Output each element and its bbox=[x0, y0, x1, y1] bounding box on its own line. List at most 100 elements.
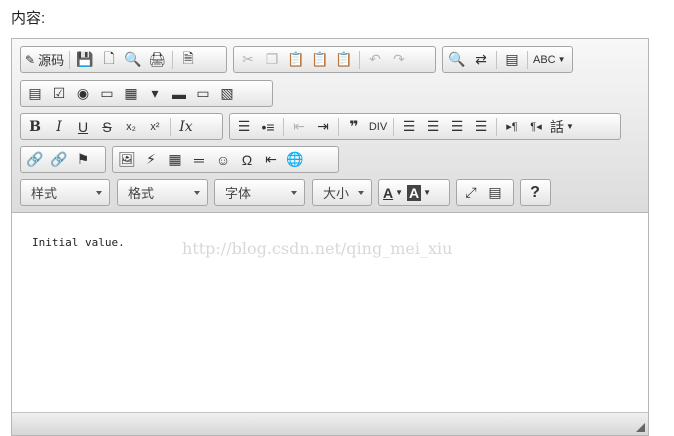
table-icon: ▦ bbox=[168, 151, 182, 167]
form-button[interactable]: ▤ bbox=[23, 82, 47, 105]
spellcheck-icon: ABC bbox=[533, 53, 556, 66]
cut-button[interactable]: ✂ bbox=[236, 48, 260, 71]
toolbar-separator bbox=[172, 50, 174, 69]
language-button[interactable]: 話 ▼ bbox=[548, 115, 576, 138]
undo-icon: ↶ bbox=[369, 51, 381, 67]
clipboard-group: ✂ ❐ 📋 📋 📋 ↶ ↷ bbox=[233, 46, 436, 73]
div-button[interactable]: DIV bbox=[366, 115, 390, 138]
size-combo-label: 大小 bbox=[323, 186, 350, 201]
chevron-down-icon: ▼ bbox=[566, 122, 574, 131]
superscript-button[interactable]: x² bbox=[143, 115, 167, 138]
show-blocks-button[interactable]: ▤ bbox=[483, 181, 507, 204]
copy-button[interactable]: ❐ bbox=[260, 48, 284, 71]
link-button[interactable]: 🔗 bbox=[23, 148, 47, 171]
strike-button[interactable]: S bbox=[95, 115, 119, 138]
select-icon: ▾ bbox=[151, 85, 159, 101]
textarea-icon: ▦ bbox=[124, 85, 138, 101]
select-all-button[interactable]: ▤ bbox=[500, 48, 524, 71]
spellcheck-button[interactable]: ABC ▼ bbox=[531, 48, 568, 71]
radio-button[interactable]: ◉ bbox=[71, 82, 95, 105]
image-button[interactable]: 🖼 bbox=[115, 148, 139, 171]
numbered-list-button[interactable]: ☰ bbox=[232, 115, 256, 138]
paste-button[interactable]: 📋 bbox=[284, 48, 308, 71]
paste-word-button[interactable]: 📋 bbox=[332, 48, 356, 71]
replace-button[interactable]: ⇄ bbox=[469, 48, 493, 71]
save-button[interactable]: 💾 bbox=[73, 48, 97, 71]
indent-button[interactable]: ⇥ bbox=[311, 115, 335, 138]
document-group: ✎ 源码 💾 🗋 🔍 🖨 🗎 bbox=[20, 46, 227, 73]
language-icon: 話 bbox=[550, 118, 564, 135]
image-button-button[interactable]: ▭ bbox=[191, 82, 215, 105]
preview-button[interactable]: 🔍 bbox=[121, 48, 145, 71]
horizontal-rule-button[interactable]: ═ bbox=[187, 148, 211, 171]
basic-styles-group: B I U S x₂ x² Ix bbox=[20, 113, 223, 140]
save-icon: 💾 bbox=[76, 51, 94, 67]
flash-icon: ⚡ bbox=[146, 151, 156, 167]
align-left-button[interactable]: ☰ bbox=[397, 115, 421, 138]
print-button[interactable]: 🖨 bbox=[145, 48, 169, 71]
bulleted-list-button[interactable]: •≡ bbox=[256, 115, 280, 138]
maximize-button[interactable]: ⤢ bbox=[459, 181, 483, 204]
form-button-button[interactable]: ▬ bbox=[167, 82, 191, 105]
flag-icon: ⚑ bbox=[76, 151, 90, 167]
tools-group: ⤢ ▤ bbox=[456, 179, 514, 206]
justify-button[interactable]: ☰ bbox=[469, 115, 493, 138]
paste-text-button[interactable]: 📋 bbox=[308, 48, 332, 71]
initial-value-text: Initial value. bbox=[32, 236, 125, 249]
checkbox-icon: ☑ bbox=[52, 85, 66, 101]
chevron-down-icon bbox=[291, 191, 297, 195]
checkbox-button[interactable]: ☑ bbox=[47, 82, 71, 105]
templates-button[interactable]: 🗎 bbox=[176, 48, 200, 71]
undo-button[interactable]: ↶ bbox=[363, 48, 387, 71]
size-combo[interactable]: 大小 bbox=[312, 179, 372, 206]
subscript-button[interactable]: x₂ bbox=[119, 115, 143, 138]
bg-color-button[interactable]: A ▼ bbox=[405, 181, 433, 204]
watermark-text: http://blog.csdn.net/qing_mei_xiu bbox=[182, 239, 453, 258]
maximize-icon: ⤢ bbox=[465, 184, 477, 200]
styles-combo[interactable]: 样式 bbox=[20, 179, 110, 206]
hidden-field-button[interactable]: ▧ bbox=[215, 82, 239, 105]
iframe-button[interactable]: 🌐 bbox=[283, 148, 307, 171]
editor-content-area[interactable]: Initial value. http://blog.csdn.net/qing… bbox=[12, 213, 648, 413]
hidden-field-icon: ▧ bbox=[220, 85, 234, 101]
format-combo[interactable]: 格式 bbox=[117, 179, 208, 206]
rtl-button[interactable]: ¶◂ bbox=[524, 115, 548, 138]
anchor-button[interactable]: ⚑ bbox=[71, 148, 95, 171]
source-button[interactable]: ✎ 源码 bbox=[23, 48, 66, 71]
unlink-icon: 🔗 bbox=[50, 151, 68, 167]
new-page-button[interactable]: 🗋 bbox=[97, 48, 121, 71]
redo-icon: ↷ bbox=[393, 51, 405, 67]
toolbar-separator bbox=[359, 50, 360, 69]
redo-button[interactable]: ↷ bbox=[387, 48, 411, 71]
remove-format-button[interactable]: Ix bbox=[174, 115, 198, 138]
textarea-button[interactable]: ▦ bbox=[119, 82, 143, 105]
blockquote-button[interactable]: ❞ bbox=[342, 115, 366, 138]
form-icon: ▤ bbox=[28, 85, 42, 101]
flash-button[interactable]: ⚡ bbox=[139, 148, 163, 171]
chevron-down-icon bbox=[358, 191, 364, 195]
globe-icon: 🌐 bbox=[286, 151, 304, 167]
smiley-button[interactable]: ☺ bbox=[211, 148, 235, 171]
text-color-button[interactable]: A ▼ bbox=[381, 181, 405, 204]
outdent-button[interactable]: ⇤ bbox=[287, 115, 311, 138]
table-button[interactable]: ▦ bbox=[163, 148, 187, 171]
templates-icon: 🗎 bbox=[182, 49, 194, 66]
special-char-button[interactable]: Ω bbox=[235, 148, 259, 171]
align-center-button[interactable]: ☰ bbox=[421, 115, 445, 138]
textfield-button[interactable]: ▭ bbox=[95, 82, 119, 105]
page-break-button[interactable]: ⇤ bbox=[259, 148, 283, 171]
help-button[interactable]: ? bbox=[523, 181, 547, 204]
select-button[interactable]: ▾ bbox=[143, 82, 167, 105]
styles-combo-label: 样式 bbox=[31, 186, 58, 201]
underline-button[interactable]: U bbox=[71, 115, 95, 138]
italic-button[interactable]: I bbox=[47, 115, 71, 138]
format-combo-label: 格式 bbox=[128, 186, 155, 201]
bold-button[interactable]: B bbox=[23, 115, 47, 138]
unlink-button[interactable]: 🔗 bbox=[47, 148, 71, 171]
ltr-button[interactable]: ▸¶ bbox=[500, 115, 524, 138]
find-button[interactable]: 🔍 bbox=[445, 48, 469, 71]
resize-handle-icon[interactable] bbox=[636, 423, 645, 432]
align-right-button[interactable]: ☰ bbox=[445, 115, 469, 138]
font-combo[interactable]: 字体 bbox=[214, 179, 305, 206]
textfield-icon: ▭ bbox=[100, 85, 114, 101]
